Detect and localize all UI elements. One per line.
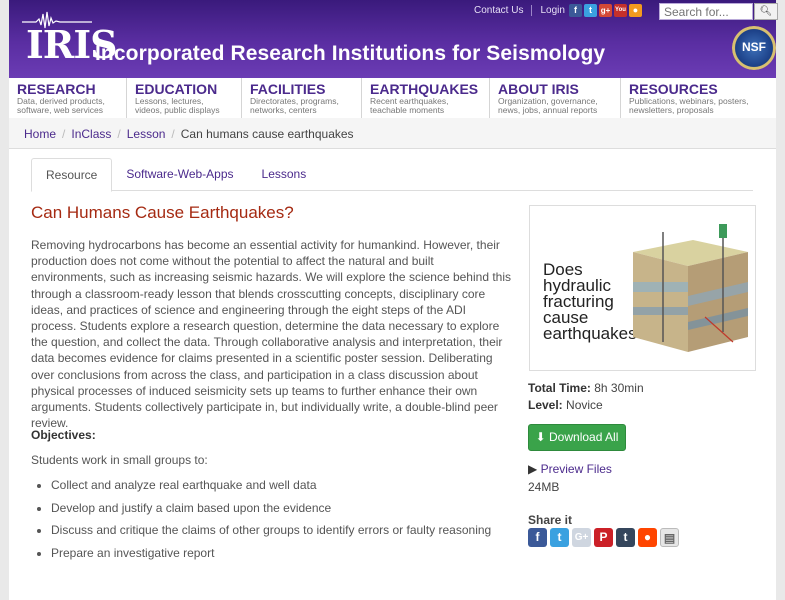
preview-files-link[interactable]: ▶︎ Preview Files <box>528 462 612 476</box>
nav-item-research[interactable]: RESEARCH Data, derived products, softwar… <box>9 78 127 118</box>
facebook-icon[interactable]: f <box>528 528 547 547</box>
tumblr-icon[interactable]: t <box>616 528 635 547</box>
login-link[interactable]: Login <box>532 5 572 16</box>
nav-title: ABOUT IRIS <box>498 81 579 97</box>
objectives-list: Collect and analyze real earthquake and … <box>51 478 491 568</box>
objectives-intro: Students work in small groups to: <box>31 453 208 467</box>
nav-title: EDUCATION <box>135 81 218 97</box>
header-social-icons: f t g+ You ● <box>569 4 642 17</box>
level-value: Novice <box>566 398 603 412</box>
top-links: Contact Us Login <box>466 5 574 16</box>
breadcrumb-home[interactable]: Home <box>24 127 56 141</box>
share-heading: Share it <box>528 513 573 527</box>
nav-subtitle: news, jobs, annual reports <box>498 104 598 115</box>
nav-subtitle: newsletters, proposals <box>629 104 714 115</box>
list-item: Develop and justify a claim based upon t… <box>51 501 491 524</box>
youtube-icon[interactable]: You <box>614 4 627 17</box>
nsf-text: NSF <box>742 40 766 54</box>
reddit-icon[interactable]: ● <box>638 528 657 547</box>
share-icons: f t G+ P t ● ▤ <box>528 528 679 547</box>
twitter-icon[interactable]: t <box>550 528 569 547</box>
preview-label: Preview Files <box>540 462 612 476</box>
page-title: Can Humans Cause Earthquakes? <box>31 203 294 222</box>
nav-title: RESEARCH <box>17 81 96 97</box>
nav-item-education[interactable]: EDUCATION Lessons, lectures, videos, pub… <box>127 78 242 118</box>
email-icon[interactable]: ▤ <box>660 528 679 547</box>
site-header: IRIS Incorporated Research Institutions … <box>9 0 778 78</box>
level: Level: Novice <box>528 398 603 412</box>
tab-software-web-apps[interactable]: Software-Web-Apps <box>112 158 247 191</box>
nav-item-about[interactable]: ABOUT IRIS Organization, governance, new… <box>490 78 621 118</box>
nav-title: RESOURCES <box>629 81 718 97</box>
rss-icon[interactable]: ● <box>629 4 642 17</box>
google-plus-icon[interactable]: G+ <box>572 528 591 547</box>
level-label: Level: <box>528 398 563 412</box>
nsf-logo[interactable]: NSF <box>732 26 776 70</box>
nav-subtitle: software, web services <box>17 104 103 115</box>
contact-link[interactable]: Contact Us <box>466 5 531 16</box>
nav-item-facilities[interactable]: FACILITIES Directorates, programs, netwo… <box>242 78 362 118</box>
nav-title: FACILITIES <box>250 81 326 97</box>
file-size: 24MB <box>528 480 560 494</box>
breadcrumb-current: Can humans cause earthquakes <box>180 127 354 141</box>
nav-item-earthquakes[interactable]: EARTHQUAKES Recent earthquakes, teachabl… <box>362 78 490 118</box>
lesson-description: Removing hydrocarbons has become an esse… <box>31 238 512 431</box>
objectives-heading: Objectives: <box>31 428 96 442</box>
list-item: Prepare an investigative report <box>51 546 491 569</box>
org-name[interactable]: Incorporated Research Institutions for S… <box>95 42 605 66</box>
download-icon: ⬇︎ <box>535 430 546 444</box>
breadcrumb-lesson[interactable]: Lesson <box>127 127 166 141</box>
nav-subtitle: networks, centers <box>250 104 317 115</box>
search-button[interactable]: 🔍︎ <box>754 3 778 20</box>
nav-title: EARTHQUAKES <box>370 81 479 97</box>
lesson-thumbnail[interactable]: Does hydraulic fracturing cause earthqua… <box>529 205 756 371</box>
total-time-label: Total Time: <box>528 381 591 395</box>
search-input[interactable] <box>659 3 753 20</box>
breadcrumb-separator: / <box>117 127 121 141</box>
geology-block-illustration <box>633 224 748 352</box>
download-all-button[interactable]: ⬇︎ Download All <box>528 424 626 451</box>
total-time: Total Time: 8h 30min <box>528 381 644 395</box>
list-item: Discuss and critique the claims of other… <box>51 523 491 546</box>
breadcrumb-inclass[interactable]: InClass <box>71 127 111 141</box>
download-label: Download All <box>549 430 619 444</box>
nav-subtitle: videos, public displays <box>135 104 220 115</box>
twitter-icon[interactable]: t <box>584 4 597 17</box>
nav-item-resources[interactable]: RESOURCES Publications, webinars, poster… <box>621 78 776 118</box>
breadcrumb-separator: / <box>62 127 66 141</box>
total-time-value: 8h 30min <box>594 381 644 395</box>
caret-right-icon: ▶︎ <box>528 462 538 476</box>
breadcrumb: Home / InClass / Lesson / Can humans cau… <box>9 118 776 149</box>
breadcrumb-separator: / <box>171 127 175 141</box>
facebook-icon[interactable]: f <box>569 4 582 17</box>
list-item: Collect and analyze real earthquake and … <box>51 478 491 501</box>
nav-subtitle: teachable moments <box>370 104 445 115</box>
search-icon: 🔍︎ <box>759 6 773 17</box>
tab-resource[interactable]: Resource <box>31 158 113 192</box>
tab-lessons[interactable]: Lessons <box>248 158 321 191</box>
main-content: Resource Software-Web-Apps Lessons Can H… <box>9 149 776 600</box>
tab-bar: Resource Software-Web-Apps Lessons <box>31 158 753 192</box>
main-nav: RESEARCH Data, derived products, softwar… <box>9 78 776 118</box>
google-plus-icon[interactable]: g+ <box>599 4 612 17</box>
iris-logo[interactable]: IRIS <box>18 8 118 68</box>
pinterest-icon[interactable]: P <box>594 528 613 547</box>
